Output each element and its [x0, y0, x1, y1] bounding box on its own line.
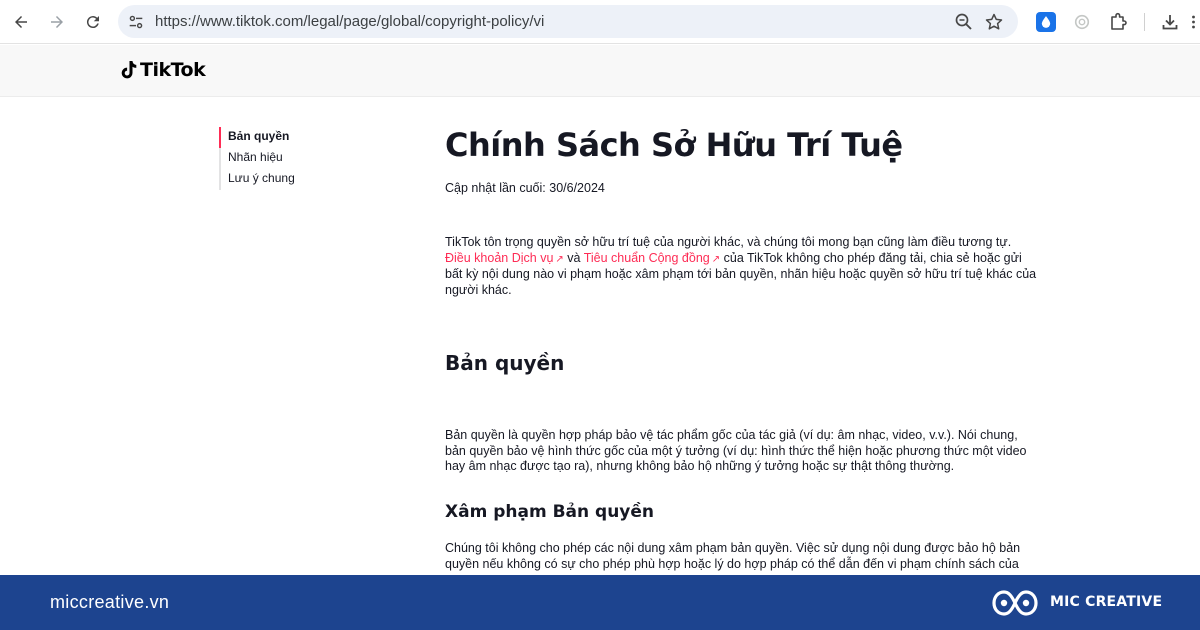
site-info-icon	[129, 15, 143, 29]
guidelines-link-label: Tiêu chuẩn Cộng đồng	[583, 250, 710, 265]
intro-text-2: và	[563, 250, 584, 265]
browser-toolbar: https://www.tiktok.com/legal/page/global…	[0, 0, 1200, 44]
brand-footer-bar: miccreative.vn MIC CREATIVE	[0, 575, 1200, 630]
star-icon[interactable]	[984, 12, 1004, 32]
url-text[interactable]: https://www.tiktok.com/legal/page/global…	[155, 13, 544, 30]
brand-name: MIC CREATIVE	[1050, 594, 1163, 610]
site-header: TikTok	[0, 45, 1200, 97]
site-info-button[interactable]	[126, 12, 146, 32]
toc-item-copyright[interactable]: Bản quyền	[219, 127, 295, 148]
terms-link-label: Điều khoản Dịch vụ	[445, 250, 554, 265]
intro-paragraph: TikTok tôn trọng quyền sở hữu trí tuệ củ…	[445, 235, 1037, 298]
more-icon	[1191, 15, 1195, 29]
copyright-paragraph: Bản quyền là quyền hợp pháp bảo vệ tác p…	[445, 428, 1027, 474]
ai-extension-icon	[1074, 14, 1090, 30]
terms-of-service-link[interactable]: Điều khoản Dịch vụ ↗	[445, 251, 564, 265]
page-title: Chính Sách Sở Hữu Trí Tuệ	[445, 126, 903, 164]
section-heading-infringement: Xâm phạm Bản quyền	[445, 502, 655, 522]
section-heading-copyright: Bản quyền	[445, 351, 565, 375]
download-icon	[1162, 15, 1178, 30]
zoom-icon[interactable]	[954, 12, 974, 32]
toc-item-general-notes[interactable]: Lưu ý chung	[219, 169, 295, 190]
logo-text: TikTok	[140, 59, 206, 81]
reload-button[interactable]	[80, 9, 106, 35]
tiktok-note-icon	[121, 61, 137, 79]
puzzle-icon	[1111, 12, 1127, 30]
menu-button[interactable]	[1186, 10, 1200, 34]
reload-icon	[86, 16, 99, 29]
drop-extension-icon	[1036, 12, 1056, 32]
forward-icon	[51, 16, 63, 28]
external-link-icon: ↗	[711, 253, 721, 265]
extensions-button[interactable]	[1106, 10, 1130, 34]
forward-button[interactable]	[44, 9, 70, 35]
intro-text-1: TikTok tôn trọng quyền sở hữu trí tuệ củ…	[445, 235, 1012, 249]
toc-item-trademark[interactable]: Nhãn hiệu	[219, 148, 295, 169]
last-updated: Cập nhật lần cuối: 30/6/2024	[445, 181, 605, 195]
table-of-contents: Bản quyền Nhãn hiệu Lưu ý chung	[219, 127, 295, 190]
drop-extension-button[interactable]	[1034, 10, 1058, 34]
tiktok-logo[interactable]: TikTok	[120, 59, 206, 81]
back-button[interactable]	[8, 9, 34, 35]
address-bar[interactable]: https://www.tiktok.com/legal/page/global…	[118, 5, 1018, 38]
toolbar-divider	[1144, 13, 1145, 31]
community-guidelines-link[interactable]: Tiêu chuẩn Cộng đồng ↗	[584, 251, 720, 265]
mic-infinity-logo	[992, 590, 1038, 616]
downloads-button[interactable]	[1158, 10, 1182, 34]
back-icon	[15, 16, 27, 28]
brand-url: miccreative.vn	[50, 592, 170, 612]
ai-extension-button[interactable]	[1070, 10, 1094, 34]
external-link-icon: ↗	[555, 253, 564, 265]
infringement-paragraph: Chúng tôi không cho phép các nội dung xâ…	[445, 541, 1021, 571]
